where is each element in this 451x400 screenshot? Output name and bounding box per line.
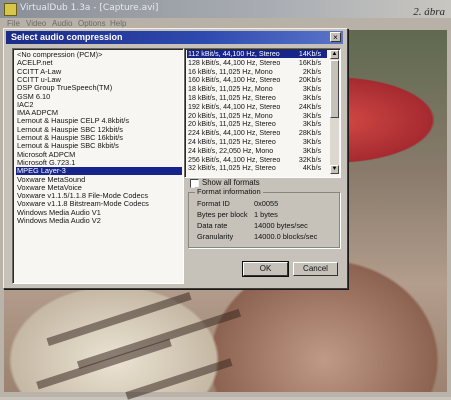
format-description: 16 kBit/s, 11,025 Hz, Mono — [188, 67, 273, 76]
format-description: 224 kBit/s, 44,100 Hz, Stereo — [188, 129, 281, 138]
format-list-item[interactable]: 224 kBit/s, 44,100 Hz, Stereo 28Kb/s — [187, 129, 327, 137]
format-list-item[interactable]: 20 kBit/s, 11,025 Hz, Stereo 3Kb/s — [187, 120, 327, 128]
format-rate: 3Kb/s — [302, 146, 321, 155]
info-value: 14000 bytes/sec — [254, 221, 308, 230]
info-label: Bytes per block — [197, 210, 248, 219]
menu-options[interactable]: Options — [78, 19, 106, 28]
codec-list[interactable]: <No compression (PCM)> ACELP.net CCITT A-L… — [12, 48, 184, 284]
format-list-item[interactable]: 18 kBit/s, 11,025 Hz, Stereo 3Kb/s — [187, 94, 327, 102]
format-description: 112 kBit/s, 44,100 Hz, Stereo — [188, 50, 280, 58]
codec-list-item[interactable]: Windows Media Audio V2 — [16, 217, 182, 225]
ok-button[interactable]: OK — [243, 262, 288, 276]
format-rate: 20Kb/s — [298, 76, 321, 85]
format-rate: 14Kb/s — [298, 50, 321, 58]
codec-list-item[interactable]: MPEG Layer-3 — [16, 167, 182, 176]
format-list-scrollbar[interactable]: ▲ ▼ — [330, 50, 339, 174]
format-description: 192 kBit/s, 44,100 Hz, Stereo — [188, 102, 281, 111]
video-detail — [125, 358, 233, 400]
background-title-bar: VirtualDub 1.3a - [Capture.avi] — [0, 0, 451, 18]
scroll-up-button[interactable]: ▲ — [330, 50, 339, 59]
app-icon — [4, 3, 17, 16]
scroll-thumb[interactable] — [330, 60, 339, 118]
format-rate: 2Kb/s — [302, 67, 321, 76]
format-list-item[interactable]: 128 kBit/s, 44,100 Hz, Stereo 16Kb/s — [187, 59, 327, 67]
format-rate: 3Kb/s — [302, 85, 321, 94]
page-caption: 2. ábra — [413, 6, 445, 18]
info-label: Data rate — [197, 221, 228, 230]
audio-compression-dialog: Select audio compression × <No compressi… — [3, 28, 348, 289]
format-rate: 28Kb/s — [298, 129, 321, 138]
format-description: 128 kBit/s, 44,100 Hz, Stereo — [188, 58, 281, 67]
dialog-title: Select audio compression — [11, 32, 123, 42]
scroll-down-button[interactable]: ▼ — [330, 165, 339, 174]
background-window-title: VirtualDub 1.3a - [Capture.avi] — [20, 3, 159, 13]
info-label: Format ID — [197, 199, 230, 208]
format-rate: 24Kb/s — [298, 102, 321, 111]
format-information-group: Format information Format ID 0x0055 Byte… — [188, 187, 340, 248]
format-list-item[interactable]: 112 kBit/s, 44,100 Hz, Stereo 14Kb/s — [187, 50, 327, 58]
format-description: 256 kBit/s, 44,100 Hz, Stereo — [188, 155, 281, 164]
format-rate: 3Kb/s — [302, 94, 321, 102]
format-rate: 3Kb/s — [302, 111, 321, 120]
info-value: 14000.0 blocks/sec — [254, 232, 318, 241]
video-detail — [36, 338, 172, 390]
format-description: 18 kBit/s, 11,025 Hz, Stereo — [188, 94, 276, 102]
format-description: 24 kBit/s, 22,050 Hz, Mono — [188, 146, 274, 155]
codec-list-item[interactable]: DSP Group TrueSpeech(TM) — [16, 84, 182, 92]
format-list-item[interactable]: 160 kBit/s, 44,100 Hz, Stereo 20Kb/s — [187, 76, 327, 84]
info-label: Granularity — [197, 232, 234, 241]
cancel-button[interactable]: Cancel — [293, 262, 338, 276]
menu-help[interactable]: Help — [110, 19, 126, 28]
info-value: 0x0055 — [254, 199, 279, 208]
dialog-title-bar[interactable]: Select audio compression × — [6, 31, 343, 44]
format-list-item[interactable]: 20 kBit/s, 11,025 Hz, Mono 3Kb/s — [187, 112, 327, 120]
format-list-item[interactable]: 192 kBit/s, 44,100 Hz, Stereo 24Kb/s — [187, 103, 327, 111]
menu-video[interactable]: Video — [26, 19, 46, 28]
menu-file[interactable]: File — [7, 19, 20, 28]
format-description: 20 kBit/s, 11,025 Hz, Mono — [188, 111, 273, 120]
format-list[interactable]: 32 kBit/s, 11,025 Hz, Stereo 4Kb/s 256 kBi… — [184, 48, 341, 178]
format-description: 24 kBit/s, 11,025 Hz, Stereo — [188, 138, 276, 146]
format-rate: 32Kb/s — [298, 155, 321, 164]
format-description: 160 kBit/s, 44,100 Hz, Stereo — [188, 76, 281, 85]
format-information-title: Format information — [195, 187, 263, 196]
format-description: 18 kBit/s, 11,025 Hz, Mono — [188, 85, 273, 94]
format-rate: 3Kb/s — [302, 138, 321, 146]
close-button[interactable]: × — [330, 32, 341, 42]
format-rate: 16Kb/s — [298, 58, 321, 67]
format-description: 32 kBit/s, 11,025 Hz, Stereo — [188, 164, 276, 173]
format-list-item[interactable]: 16 kBit/s, 11,025 Hz, Mono 2Kb/s — [187, 68, 327, 76]
menu-audio[interactable]: Audio — [52, 19, 72, 28]
show-all-formats-label: Show all formats — [202, 178, 260, 187]
format-list-item[interactable]: 24 kBit/s, 11,025 Hz, Stereo 3Kb/s — [187, 138, 327, 146]
info-value: 1 bytes — [254, 210, 278, 219]
format-list-item[interactable]: 256 kBit/s, 44,100 Hz, Stereo 32Kb/s — [187, 156, 327, 164]
format-rate: 4Kb/s — [302, 164, 321, 173]
format-list-item[interactable]: 18 kBit/s, 11,025 Hz, Mono 3Kb/s — [187, 85, 327, 93]
codec-list-item[interactable]: GSM 6.10 — [16, 92, 182, 101]
format-description: 20 kBit/s, 11,025 Hz, Stereo — [188, 120, 276, 129]
format-list-item[interactable]: 24 kBit/s, 22,050 Hz, Mono 3Kb/s — [187, 147, 327, 155]
format-list-item[interactable]: 32 kBit/s, 11,025 Hz, Stereo 4Kb/s — [187, 164, 327, 172]
format-rate: 3Kb/s — [302, 120, 321, 129]
